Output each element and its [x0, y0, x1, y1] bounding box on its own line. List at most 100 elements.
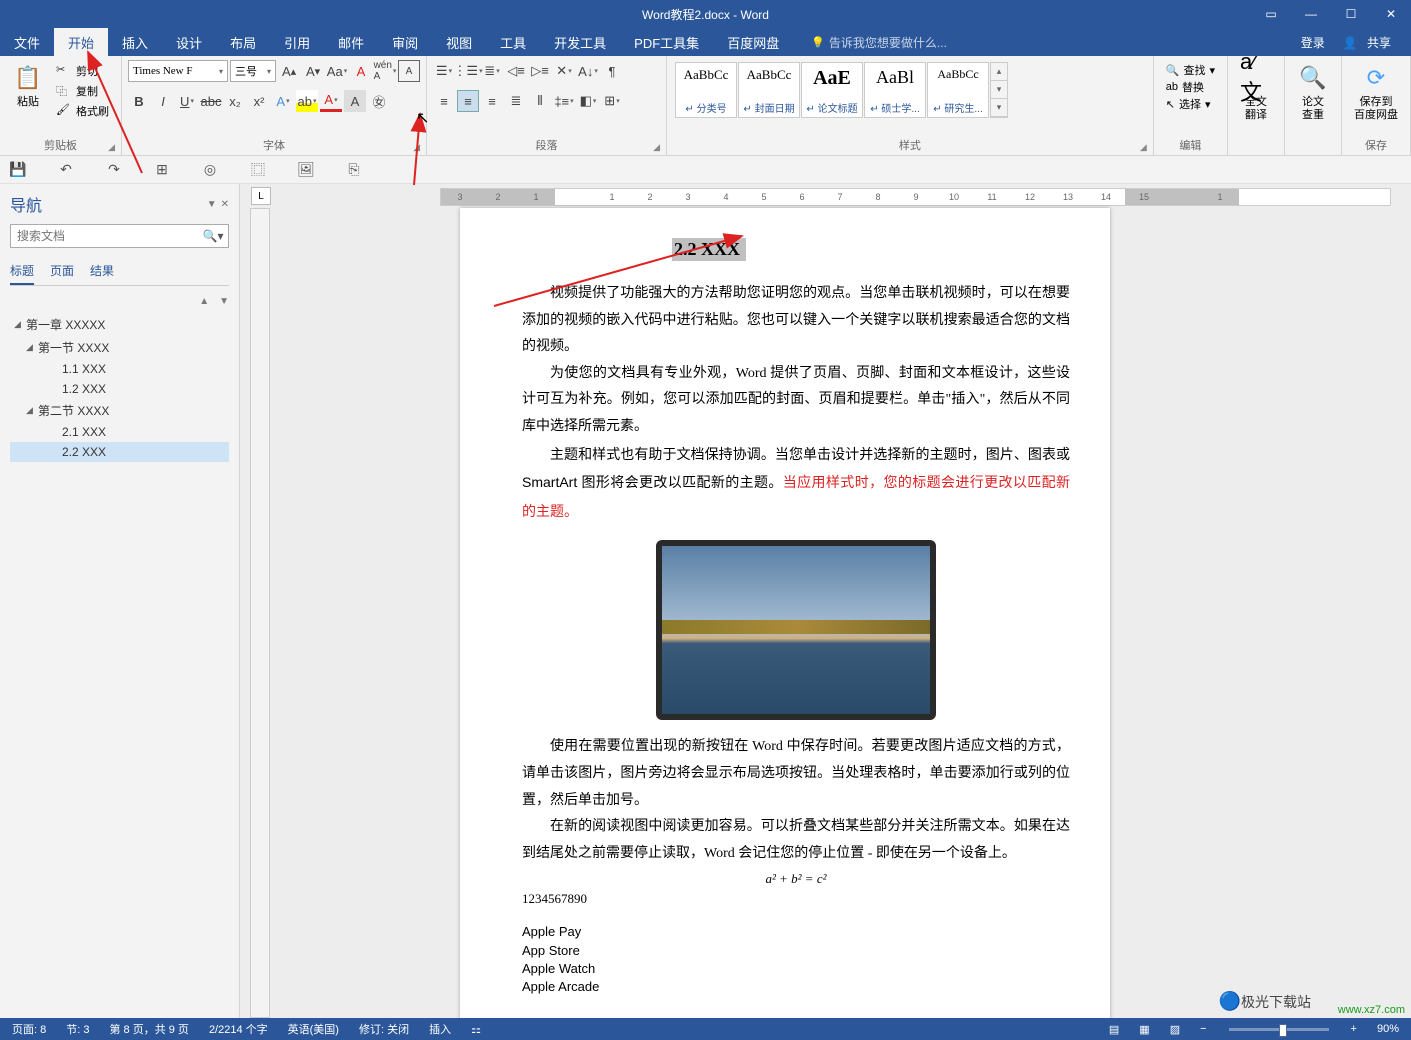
char-border-button[interactable]: A [398, 60, 420, 82]
doc-heading[interactable]: 2.2 XXX [672, 238, 746, 261]
nav-tab-headings[interactable]: 标题 [10, 258, 34, 285]
line-spacing-button[interactable]: ‡≡ [553, 90, 575, 112]
tree-node-12[interactable]: 1.2 XXX [10, 379, 229, 399]
align-left-button[interactable]: ≡ [433, 90, 455, 112]
tab-developer[interactable]: 开发工具 [540, 28, 620, 56]
doc-paragraph-2[interactable]: 为使您的文档具有专业外观，Word 提供了页眉、页脚、封面和文本框设计，这些设计… [522, 361, 1070, 441]
redo-icon[interactable]: ↷ [104, 160, 124, 180]
status-track[interactable]: 修订: 关闭 [355, 1021, 413, 1037]
enclose-char-button[interactable]: ㊛ [368, 90, 390, 112]
tree-node-21[interactable]: 2.1 XXX [10, 422, 229, 442]
tab-baidu[interactable]: 百度网盘 [713, 28, 793, 56]
tab-layout[interactable]: 布局 [216, 28, 270, 56]
multilevel-button[interactable]: ≣ [481, 60, 503, 82]
status-words[interactable]: 2/2214 个字 [205, 1021, 272, 1037]
font-size-combo[interactable]: 三号 [230, 60, 276, 82]
clear-format-button[interactable]: A [350, 60, 372, 82]
view-web-icon[interactable]: ▨ [1166, 1023, 1184, 1036]
shading-button[interactable]: ◧ [577, 90, 599, 112]
asian-layout-button[interactable]: ✕ [553, 60, 575, 82]
tab-view[interactable]: 视图 [432, 28, 486, 56]
tab-review[interactable]: 审阅 [378, 28, 432, 56]
status-section[interactable]: 节: 3 [62, 1021, 93, 1037]
tell-me-box[interactable]: 告诉我您想要做什么... [793, 28, 947, 56]
share-button[interactable]: 👤 共享 [1337, 34, 1403, 51]
shrink-font-button[interactable]: A▾ [302, 60, 324, 82]
status-insert[interactable]: 插入 [425, 1021, 455, 1037]
underline-button[interactable]: U [176, 90, 198, 112]
zoom-slider[interactable] [1229, 1028, 1329, 1031]
tab-stop-selector[interactable]: L [251, 187, 271, 205]
nav-tab-pages[interactable]: 页面 [50, 258, 74, 285]
tree-node-chapter1[interactable]: ◢第一章 XXXXX [10, 313, 229, 336]
justify-button[interactable]: ≣ [505, 90, 527, 112]
superscript-button[interactable]: x² [248, 90, 270, 112]
doc-numbers[interactable]: 1234567890 [522, 891, 1070, 907]
nav-next-icon[interactable]: ▼ [219, 296, 229, 307]
qat-icon-7[interactable]: 🖼 [296, 160, 316, 180]
maximize-icon[interactable]: ☐ [1331, 0, 1371, 28]
highlight-button[interactable]: ab [296, 90, 318, 112]
tree-node-22[interactable]: 2.2 XXX [10, 442, 229, 462]
minimize-icon[interactable]: — [1291, 0, 1331, 28]
zoom-out-icon[interactable]: − [1196, 1023, 1210, 1035]
undo-icon[interactable]: ↶ [56, 160, 76, 180]
grow-font-button[interactable]: A▴ [278, 60, 300, 82]
style-card-3[interactable]: AaBl↵ 硕士学... [864, 62, 926, 118]
save-icon[interactable]: 💾 [8, 160, 28, 180]
translate-button[interactable]: a⁄文全文翻译 [1234, 60, 1278, 124]
font-color-button[interactable]: A [320, 90, 342, 112]
select-button[interactable]: ↖选择 ▾ [1164, 96, 1217, 112]
close-icon[interactable]: ✕ [1371, 0, 1411, 28]
distribute-button[interactable]: ⫴ [529, 90, 551, 112]
paste-button[interactable]: 📋 粘贴 [6, 60, 50, 111]
status-page[interactable]: 页面: 8 [8, 1021, 50, 1037]
doc-image[interactable] [656, 540, 936, 720]
cut-button[interactable]: ✂剪切 [54, 62, 111, 80]
show-marks-button[interactable]: ¶ [601, 60, 623, 82]
font-launcher-icon[interactable]: ◢ [413, 142, 420, 153]
horizontal-ruler[interactable]: 321 1234567891011121314 151 [440, 188, 1391, 206]
save-baidu-button[interactable]: ⟳保存到百度网盘 [1348, 60, 1404, 124]
tab-file[interactable]: 文件 [0, 28, 54, 56]
paper-check-button[interactable]: 🔍论文查重 [1291, 60, 1335, 124]
nav-tab-results[interactable]: 结果 [90, 258, 114, 285]
nav-close-icon[interactable]: ✕ [221, 199, 229, 210]
ribbon-options-icon[interactable]: ▭ [1251, 0, 1291, 28]
sort-button[interactable]: A↓ [577, 60, 599, 82]
status-pages[interactable]: 第 8 页，共 9 页 [105, 1021, 192, 1037]
doc-formula[interactable]: a² + b² = c² [522, 871, 1070, 887]
style-card-2[interactable]: AaE↵ 论文标题 [801, 62, 863, 118]
zoom-value[interactable]: 90% [1373, 1023, 1403, 1035]
nav-prev-icon[interactable]: ▲ [199, 296, 209, 307]
paragraph-launcher-icon[interactable]: ◢ [653, 142, 660, 153]
nav-search[interactable]: 🔍▾ [10, 224, 229, 248]
tab-tools[interactable]: 工具 [486, 28, 540, 56]
search-icon[interactable]: 🔍▾ [198, 225, 228, 247]
status-extra-icon[interactable]: ⚏ [467, 1023, 485, 1036]
format-painter-button[interactable]: 🖌格式刷 [54, 102, 111, 120]
tree-node-section2[interactable]: ◢第二节 XXXX [10, 399, 229, 422]
qat-icon-4[interactable]: ⊞ [152, 160, 172, 180]
font-name-combo[interactable]: Times New F [128, 60, 228, 82]
styles-gallery-nav[interactable]: ▴▾▾ [990, 62, 1008, 118]
styles-launcher-icon[interactable]: ◢ [1140, 142, 1147, 153]
chevron-down-icon[interactable]: ▾ [991, 81, 1007, 99]
style-card-0[interactable]: AaBbCc↵ 分类号 [675, 62, 737, 118]
doc-paragraph-5[interactable]: 在新的阅读视图中阅读更加容易。可以折叠文档某些部分并关注所需文本。如果在达到结尾… [522, 814, 1070, 867]
chevron-up-icon[interactable]: ▴ [991, 63, 1007, 81]
view-read-icon[interactable]: ▤ [1105, 1023, 1123, 1036]
tab-references[interactable]: 引用 [270, 28, 324, 56]
style-card-4[interactable]: AaBbCc↵ 研究生... [927, 62, 989, 118]
login-link[interactable]: 登录 [1295, 34, 1331, 51]
tree-node-11[interactable]: 1.1 XXX [10, 359, 229, 379]
doc-paragraph-3[interactable]: 主题和样式也有助于文档保持协调。当您单击设计并选择新的主题时，图片、图表或 Sm… [522, 441, 1070, 527]
status-lang[interactable]: 英语(美国) [284, 1021, 343, 1037]
subscript-button[interactable]: x₂ [224, 90, 246, 112]
phonetic-button[interactable]: wénA [374, 60, 396, 82]
nav-dropdown-icon[interactable]: ▼ [207, 199, 217, 210]
doc-paragraph-1[interactable]: 视频提供了功能强大的方法帮助您证明您的观点。当您单击联机视频时，可以在想要添加的… [522, 281, 1070, 361]
find-button[interactable]: 🔍查找 ▾ [1164, 62, 1217, 78]
replace-button[interactable]: ab替换 [1164, 79, 1217, 95]
vertical-ruler[interactable]: L [250, 208, 270, 1018]
